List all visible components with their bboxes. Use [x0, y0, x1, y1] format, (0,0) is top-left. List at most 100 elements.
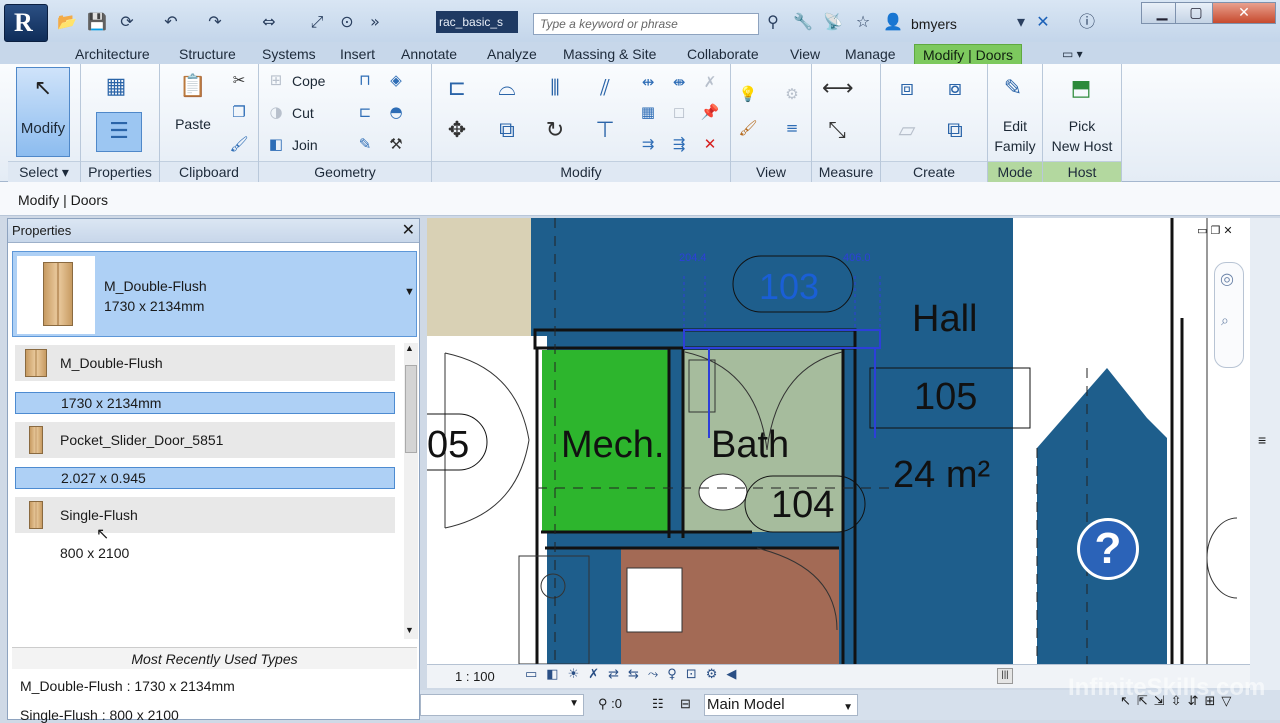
room-tag-partial[interactable]: 05 — [427, 424, 469, 467]
room-tag-103[interactable]: 103 — [759, 266, 819, 308]
view-scale[interactable]: 1 : 100 — [455, 669, 495, 684]
measure-icon[interactable]: ⇔ — [258, 11, 280, 33]
copy-icon[interactable]: ❐ — [229, 102, 249, 122]
list-item-family[interactable]: Pocket_Slider_Door_5851 — [15, 422, 395, 458]
join-icon[interactable]: ◧ — [266, 134, 286, 154]
design-option-dropdown[interactable]: Main Model ▼ — [704, 694, 858, 716]
steering-wheel-icon[interactable]: ◎ — [1220, 269, 1234, 288]
save-icon[interactable]: 💾 — [86, 11, 108, 33]
mru-item[interactable]: M_Double-Flush : 1730 x 2134mm — [20, 678, 235, 694]
tab-insert[interactable]: Insert — [340, 44, 375, 64]
dropdown-icon[interactable]: ▾ — [1010, 11, 1032, 33]
modify-button[interactable]: ↖ Modify — [16, 67, 70, 157]
tab-massing-site[interactable]: Massing & Site — [563, 44, 656, 64]
ribbon-minimize-icon[interactable]: ▭ ▾ — [1062, 44, 1083, 64]
floor-plan[interactable] — [427, 218, 1250, 664]
room-number-bath[interactable]: 104 — [771, 484, 834, 527]
trim-single-icon[interactable]: ⇶ — [669, 134, 689, 154]
select-panel-label[interactable]: Select ▾ — [8, 161, 80, 182]
horizontal-scroll-thumb[interactable]: ||| — [997, 668, 1013, 684]
type-properties-icon[interactable]: ▦ — [101, 72, 131, 102]
drawing-canvas[interactable]: 204.4 406.0 103 Hall 105 24 m² Mech. Bat… — [427, 218, 1250, 664]
delete-icon[interactable]: ✕ — [700, 134, 720, 154]
demolish-icon[interactable]: ⊏ — [355, 102, 375, 122]
user-icon[interactable]: 👤 — [882, 11, 904, 33]
room-area-hall[interactable]: 24 m² — [893, 454, 990, 497]
edit-family-icon[interactable]: ✎ — [998, 74, 1028, 104]
workset-dropdown[interactable]: ▼ — [420, 694, 584, 716]
scroll-down-icon[interactable]: ▼ — [405, 625, 414, 635]
sync-icon[interactable]: ⟳ — [116, 11, 138, 33]
tab-annotate[interactable]: Annotate — [401, 44, 457, 64]
dimension-icon[interactable]: ⤢ — [306, 11, 328, 33]
list-item-family[interactable]: Single-Flush — [15, 497, 395, 533]
array-icon[interactable]: ▦ — [638, 102, 658, 122]
binoculars-icon[interactable]: ⚲ — [762, 11, 784, 33]
room-name-hall[interactable]: Hall — [912, 298, 977, 341]
temp-dimension-right[interactable]: 406.0 — [843, 252, 871, 264]
list-item-type[interactable]: 2.027 x 0.945 — [15, 467, 395, 489]
hammer-icon[interactable]: ⚒ — [386, 134, 406, 154]
zoom-icon[interactable]: ⌕ — [1221, 313, 1229, 329]
room-name-bath[interactable]: Bath — [711, 424, 789, 467]
undo-icon[interactable]: ↶ — [160, 11, 182, 33]
lightbulb-icon[interactable]: 💡 — [738, 84, 758, 104]
scroll-up-icon[interactable]: ▲ — [405, 343, 414, 353]
linework-icon[interactable]: ✎ — [355, 134, 375, 154]
list-item-type[interactable]: 800 x 2100 — [15, 542, 395, 564]
subscription-icon[interactable]: 🔧 — [792, 11, 814, 33]
split-face-icon[interactable]: ◈ — [386, 70, 406, 90]
tab-structure[interactable]: Structure — [179, 44, 236, 64]
tab-architecture[interactable]: Architecture — [75, 44, 150, 64]
wall-joins-icon[interactable]: ⊓ — [355, 70, 375, 90]
application-menu-button[interactable]: R — [4, 4, 48, 42]
move-icon[interactable]: ✥ — [442, 116, 472, 146]
user-name[interactable]: bmyers — [911, 16, 957, 32]
pin-icon[interactable]: 📌 — [700, 102, 720, 122]
trim-extend-icon[interactable]: ⊤ — [590, 116, 620, 146]
view-control-icons[interactable]: ▭◧☀✗⇄⇆⤳♀⊡⚙◀ — [525, 667, 745, 682]
favorites-icon[interactable]: ☆ — [852, 11, 874, 33]
create-similar-icon[interactable]: ⧉ — [940, 116, 970, 146]
close-button[interactable]: ✕ — [1212, 2, 1276, 24]
rotate-icon[interactable]: ↻ — [540, 116, 570, 146]
scroll-grip-icon[interactable]: ≡ — [1258, 432, 1266, 448]
create-assembly-icon[interactable]: ⧇ — [940, 74, 970, 104]
pick-new-host-icon[interactable]: ⬒ — [1066, 74, 1096, 104]
editable-only-icon[interactable]: ☷ — [652, 696, 664, 712]
align-icon[interactable]: ⊏ — [442, 74, 472, 104]
tab-collaborate[interactable]: Collaborate — [687, 44, 759, 64]
tab-manage[interactable]: Manage — [845, 44, 896, 64]
mirror-pick-axis-icon[interactable]: ⫴ — [540, 74, 570, 104]
mru-item[interactable]: Single-Flush : 800 x 2100 — [20, 707, 179, 723]
copy-element-icon[interactable]: ⧉ — [492, 116, 522, 146]
filter-count[interactable]: ⚲ :0 — [598, 696, 622, 712]
cut-icon[interactable]: ✂ — [229, 70, 249, 90]
chevron-down-icon[interactable]: ▼ — [404, 286, 415, 298]
aligned-dimension-icon[interactable]: ⤡ — [822, 116, 852, 146]
properties-button[interactable]: ☰ — [96, 112, 142, 152]
more-icon[interactable]: » — [364, 11, 386, 33]
tab-analyze[interactable]: Analyze — [487, 44, 537, 64]
tab-view[interactable]: View — [790, 44, 820, 64]
tab-systems[interactable]: Systems — [262, 44, 316, 64]
help-icon[interactable]: ? — [1077, 518, 1139, 580]
help-icon[interactable]: ⓘ — [1076, 11, 1098, 33]
create-group-icon[interactable]: ⧈ — [892, 74, 922, 104]
redo-icon[interactable]: ↷ — [204, 11, 226, 33]
trim-multiple-icon[interactable]: ⇉ — [638, 134, 658, 154]
view-window-controls[interactable]: ▭ ❐ ✕ — [1197, 224, 1233, 237]
list-item-type[interactable]: 1730 x 2134mm — [15, 392, 395, 414]
view-scrollbar[interactable]: ≡ — [1250, 218, 1280, 690]
tab-modify-doors[interactable]: Modify | Doors — [914, 44, 1022, 64]
join-label[interactable]: Join — [292, 137, 318, 153]
close-icon[interactable]: ✕ — [402, 220, 415, 239]
exchange-icon[interactable]: ✕ — [1032, 11, 1054, 33]
open-icon[interactable]: 📂 — [56, 11, 78, 33]
paint-icon[interactable]: ◓ — [386, 102, 406, 122]
communication-icon[interactable]: 📡 — [822, 11, 844, 33]
tag-icon[interactable]: ⊙ — [336, 11, 358, 33]
room-number-hall[interactable]: 105 — [914, 376, 977, 419]
measure-between-icon[interactable]: ⟷ — [822, 74, 854, 104]
split-gap-icon[interactable]: ⇼ — [669, 72, 689, 92]
